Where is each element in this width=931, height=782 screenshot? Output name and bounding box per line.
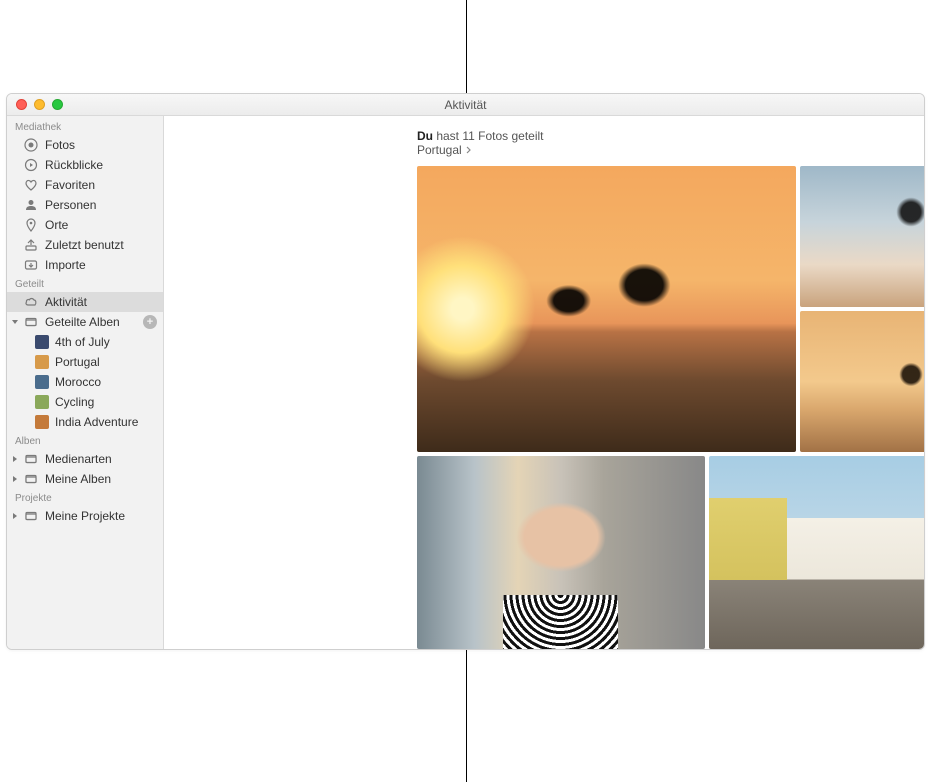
section-header-projekte: Projekte [7,489,163,506]
activity-album-name: Portugal [417,143,462,157]
photo-thumbnail[interactable] [417,456,705,649]
close-button[interactable] [16,99,27,110]
disclosure-triangle-icon[interactable] [10,474,20,484]
sidebar-item-photos[interactable]: Fotos [7,135,163,155]
folder-icon [23,451,39,467]
main-content: Du hast 11 Fotos geteilt Portugal [164,116,924,649]
activity-summary-rest: hast 11 Fotos geteilt [433,129,544,143]
sidebar-item-label: Medienarten [45,452,112,466]
activity-header: Du hast 11 Fotos geteilt Portugal [164,116,544,165]
sidebar-item-label: Personen [45,198,96,212]
app-window: Aktivität Mediathek Fotos Rückblicke [6,93,925,650]
chevron-right-icon [465,143,473,157]
maximize-button[interactable] [52,99,63,110]
album-thumbnail-icon [35,395,49,409]
sidebar-item-album-cycling[interactable]: Cycling [7,392,163,412]
section-header-mediathek: Mediathek [7,118,163,135]
sidebar-item-label: Orte [45,218,68,232]
sidebar-item-label: 4th of July [55,335,110,349]
sidebar-item-album-india-adventure[interactable]: India Adventure [7,412,163,432]
sidebar-item-label: Aktivität [45,295,87,309]
people-icon [23,197,39,213]
sidebar-item-favorites[interactable]: Favoriten [7,175,163,195]
disclosure-triangle-icon[interactable] [10,317,20,327]
sidebar-item-label: Zuletzt benutzt [45,238,124,252]
folder-icon [23,508,39,524]
sidebar-item-label: Morocco [55,375,101,389]
traffic-lights [7,99,63,110]
album-thumbnail-icon [35,375,49,389]
activity-summary-text: Du hast 11 Fotos geteilt [417,129,544,143]
album-thumbnail-icon [35,355,49,369]
places-icon [23,217,39,233]
disclosure-triangle-icon[interactable] [10,454,20,464]
sidebar-item-imports[interactable]: Importe [7,255,163,275]
photo-thumbnail[interactable] [709,456,924,649]
sidebar-item-label: Meine Projekte [45,509,125,523]
sidebar-item-memories[interactable]: Rückblicke [7,155,163,175]
memories-icon [23,157,39,173]
album-thumbnail-icon [35,415,49,429]
import-icon [23,257,39,273]
callout-line-top [466,0,467,93]
sidebar-item-recent[interactable]: Zuletzt benutzt [7,235,163,255]
sidebar-item-media-types[interactable]: Medienarten [7,449,163,469]
photo-thumbnail[interactable] [800,311,924,452]
sidebar-item-label: Fotos [45,138,75,152]
folder-icon [23,471,39,487]
sidebar-item-places[interactable]: Orte [7,215,163,235]
sidebar-item-label: Rückblicke [45,158,103,172]
album-thumbnail-icon [35,335,49,349]
sidebar: Mediathek Fotos Rückblicke Favoriten [7,116,164,649]
photo-thumbnail[interactable] [417,166,796,452]
section-header-geteilt: Geteilt [7,275,163,292]
sidebar-item-label: Portugal [55,355,100,369]
photos-icon [23,137,39,153]
sidebar-item-label: Importe [45,258,86,272]
sidebar-item-my-albums[interactable]: Meine Alben [7,469,163,489]
sidebar-item-label: Favoriten [45,178,95,192]
activity-album-link[interactable]: Portugal [417,143,473,157]
cloud-icon [23,294,39,310]
sidebar-item-people[interactable]: Personen [7,195,163,215]
sidebar-item-label: Meine Alben [45,472,111,486]
sidebar-item-label: India Adventure [55,415,138,429]
section-header-alben: Alben [7,432,163,449]
sidebar-item-activity[interactable]: Aktivität [7,292,163,312]
titlebar: Aktivität [7,94,924,116]
sidebar-item-label: Cycling [55,395,94,409]
sidebar-item-album-portugal[interactable]: Portugal [7,352,163,372]
sidebar-item-my-projects[interactable]: Meine Projekte [7,506,163,526]
heart-icon [23,177,39,193]
minimize-button[interactable] [34,99,45,110]
photo-thumbnail[interactable] [800,166,924,307]
activity-user: Du [417,129,433,143]
window-title: Aktivität [444,98,486,112]
sidebar-item-shared-albums[interactable]: Geteilte Alben + [7,312,163,332]
photo-grid [417,166,924,649]
sidebar-item-album-4th-of-july[interactable]: 4th of July [7,332,163,352]
add-album-button[interactable]: + [143,315,157,329]
sidebar-item-label: Geteilte Alben [45,315,120,329]
folder-icon [23,314,39,330]
sidebar-item-album-morocco[interactable]: Morocco [7,372,163,392]
recent-icon [23,237,39,253]
disclosure-triangle-icon[interactable] [10,511,20,521]
